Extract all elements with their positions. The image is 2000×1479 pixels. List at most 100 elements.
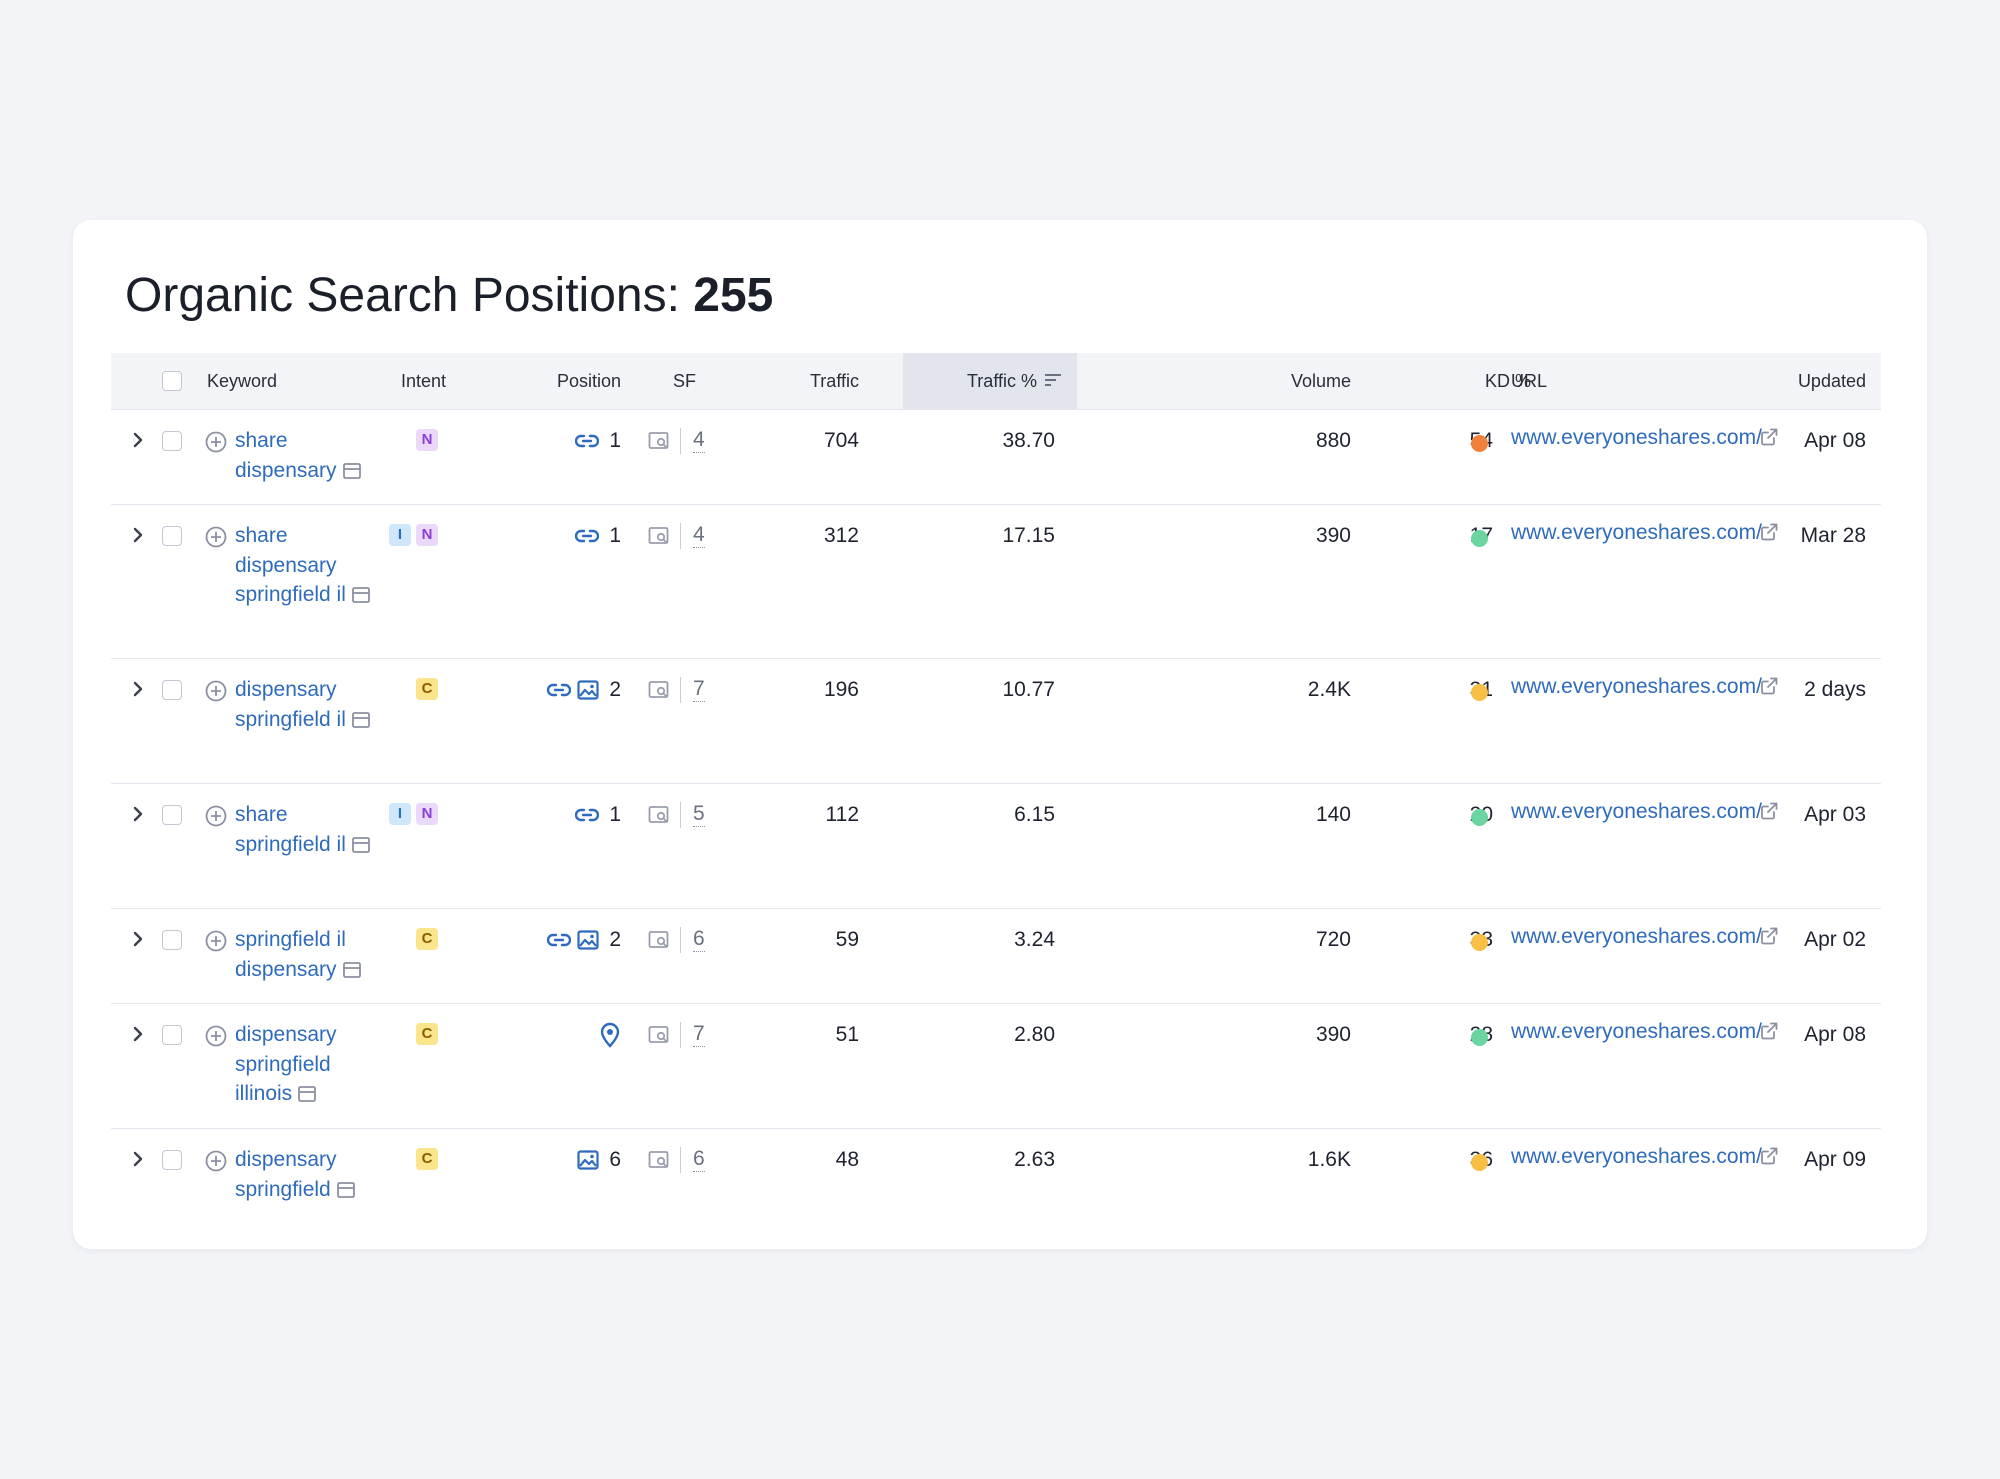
add-keyword-icon[interactable] [205,431,227,453]
chevron-right-icon[interactable] [131,805,145,823]
add-keyword-icon[interactable] [205,930,227,952]
organic-positions-card: Organic Search Positions: 255 Keyword In… [73,220,1927,1249]
chevron-right-icon[interactable] [131,431,145,449]
row-checkbox[interactable] [162,805,182,825]
row-checkbox[interactable] [162,680,182,700]
sf-count[interactable]: 5 [693,802,705,827]
position-value: 1 [609,802,621,826]
select-all-checkbox[interactable] [162,371,182,391]
serp-features-cell: 4 [648,521,705,550]
serp-snapshot-icon[interactable] [351,836,370,853]
keyword-link[interactable]: dispensary springfield il [235,675,385,734]
chevron-right-icon[interactable] [131,930,145,948]
keyword-link[interactable]: dispensary springfield illinois [235,1020,385,1109]
col-intent[interactable]: Intent [401,353,446,409]
row-checkbox[interactable] [162,1025,182,1045]
add-keyword-icon[interactable] [205,526,227,548]
external-link-icon[interactable] [1759,522,1779,542]
serp-snapshot-icon[interactable] [351,711,370,728]
position-cell: 1 [575,800,621,829]
url-link[interactable]: www.everyoneshares.com/ [1511,924,1781,949]
traffic-value: 48 [835,1148,859,1171]
link-icon [547,933,572,946]
table-row[interactable]: dispensary springfieldC66482.631.6K36www… [111,1128,1881,1249]
url-link[interactable]: www.everyoneshares.com/ [1511,1019,1781,1044]
row-checkbox[interactable] [162,526,182,546]
table-row[interactable]: share dispensary springfield il I N 1 4 312 17… [111,504,1881,659]
external-link-icon[interactable] [1759,676,1779,696]
table-row[interactable]: springfield il dispensaryC26593.2472033w… [111,908,1881,1004]
row-checkbox[interactable] [162,431,182,451]
keyword-link[interactable]: share springfield il [235,800,385,859]
keyword-link[interactable]: dispensary springfield [235,1145,385,1204]
sf-count[interactable]: 4 [693,523,705,548]
sf-count[interactable]: 6 [693,927,705,952]
serp-features-cell: 6 [648,925,705,954]
serp-snapshot-icon[interactable] [298,1086,317,1102]
keyword-link[interactable]: share dispensary [235,426,385,485]
chevron-right-icon[interactable] [131,1150,145,1168]
url-link[interactable]: www.everyoneshares.com/ [1511,520,1781,545]
intent-badge-c: C [416,928,438,950]
traffic-value: 59 [835,928,859,951]
external-link-icon[interactable] [1759,1021,1779,1041]
serp-snapshot-icon[interactable] [351,587,370,603]
serp-snapshot-icon[interactable] [336,1181,355,1198]
updated-value: Apr 03 [1804,803,1866,826]
kd-difficulty-dot [1471,934,1488,951]
keyword-link[interactable]: share dispensary springfield il [235,521,385,610]
url-link[interactable]: www.everyoneshares.com/ [1511,799,1781,824]
chevron-right-icon[interactable] [131,1025,145,1043]
updated-value: Apr 09 [1804,1148,1866,1171]
add-keyword-icon[interactable] [205,680,227,702]
chevron-right-icon[interactable] [131,680,145,698]
col-url[interactable]: URL [1511,353,1547,409]
position-cell: 1 [575,521,621,550]
intent-badges: C [411,1023,438,1047]
col-updated[interactable]: Updated [1798,353,1866,409]
external-link-icon[interactable] [1759,801,1779,821]
serp-snapshot-icon[interactable] [342,961,361,978]
col-sf[interactable]: SF [673,353,696,409]
volume-value: 880 [1315,429,1351,452]
table-row[interactable]: dispensary springfield illinois C 7 51 2.80 3… [111,1003,1881,1129]
sf-count[interactable]: 4 [693,428,705,453]
sf-count[interactable]: 7 [693,1022,705,1047]
col-volume[interactable]: Volume [1291,353,1351,409]
serp-search-icon [648,1025,669,1043]
table-row[interactable]: dispensary springfield il C 2 7 196 10.77 2.4K… [111,658,1881,784]
position-cell: 1 [575,426,621,455]
volume-value: 140 [1315,803,1351,826]
col-keyword[interactable]: Keyword [207,353,277,409]
table-row[interactable]: share dispensaryN1470438.7088054www.ever… [111,409,1881,505]
table-row[interactable]: share springfield ilIN151126.1514020www.… [111,783,1881,909]
add-keyword-icon[interactable] [205,805,227,827]
col-position[interactable]: Position [557,353,621,409]
keyword-link[interactable]: springfield il dispensary [235,925,385,984]
add-keyword-icon[interactable] [205,1025,227,1047]
col-traffic[interactable]: Traffic [810,353,859,409]
updated-value: Apr 02 [1804,928,1866,951]
kd-difficulty-dot [1471,1154,1488,1171]
link-icon [575,529,600,542]
serp-features-cell: 7 [648,1020,705,1049]
intent-badge-n: N [416,429,438,451]
col-traffic-pct[interactable]: Traffic % [903,353,1077,409]
chevron-right-icon[interactable] [131,526,145,544]
external-link-icon[interactable] [1759,1146,1779,1166]
external-link-icon[interactable] [1759,427,1779,447]
url-link[interactable]: www.everyoneshares.com/ [1511,1144,1781,1169]
url-link[interactable]: www.everyoneshares.com/ [1511,425,1781,450]
sf-count[interactable]: 7 [693,677,705,702]
kd-difficulty-dot [1471,435,1488,452]
external-link-icon[interactable] [1759,926,1779,946]
position-value: 2 [609,677,621,701]
volume-value: 720 [1315,928,1351,951]
row-checkbox[interactable] [162,1150,182,1170]
add-keyword-icon[interactable] [205,1150,227,1172]
sf-count[interactable]: 6 [693,1147,705,1172]
intent-badges: IN [384,524,438,548]
url-link[interactable]: www.everyoneshares.com/ [1511,674,1781,699]
serp-snapshot-icon[interactable] [342,462,361,479]
row-checkbox[interactable] [162,930,182,950]
